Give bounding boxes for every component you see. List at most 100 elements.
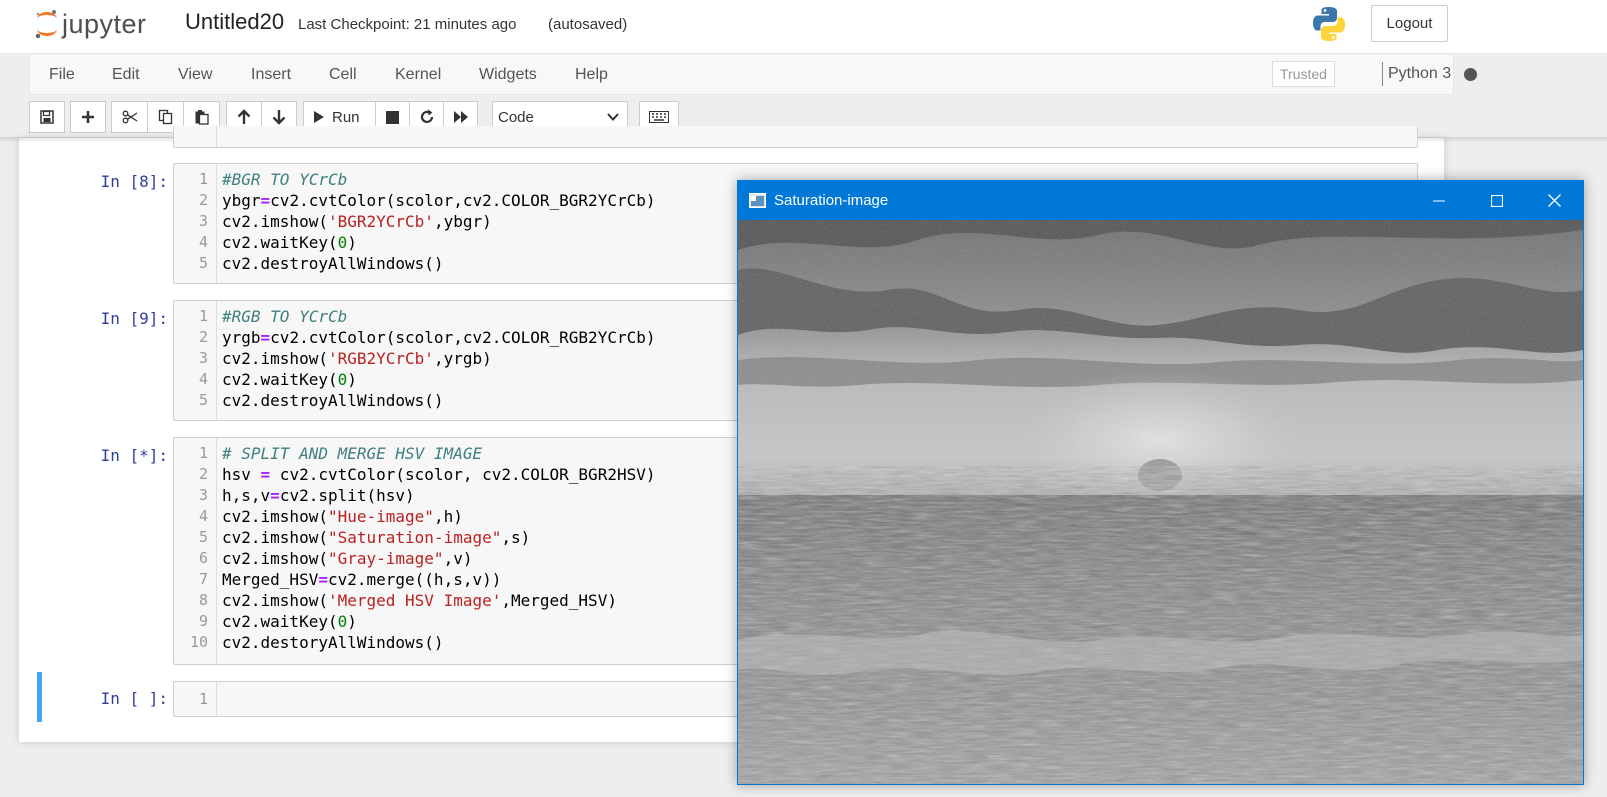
cell-prompt: In [ ]: [100,689,168,708]
window-titlebar[interactable]: Saturation-image [738,181,1583,220]
code-line: cv2.imshow("Hue-image",h) [222,507,463,526]
kernel-busy-indicator [1464,68,1477,81]
line-number: 3 [198,486,208,504]
line-number: 1 [198,690,208,708]
code-line: cv2.waitKey(0) [222,612,357,631]
line-number-gutter [174,126,217,147]
jupyter-logo[interactable]: jupyter [34,6,147,42]
line-number: 9 [198,612,208,630]
line-number: 8 [198,591,208,609]
code-line: cv2.destroyAllWindows() [222,254,444,273]
window-title: Saturation-image [774,192,889,209]
code-line: cv2.imshow('Merged HSV Image',Merged_HSV… [222,591,617,610]
restart-icon [420,109,433,123]
code-line: cv2.imshow('BGR2YCrCb',ybgr) [222,212,492,231]
code-line: # SPLIT AND MERGE HSV IMAGE [222,444,483,463]
insert-cell-button[interactable] [70,101,106,133]
close-button[interactable] [1525,181,1583,220]
run-label: Run [332,108,360,126]
menu-insert[interactable]: Insert [251,66,291,84]
scissors-icon [122,110,137,124]
line-number: 3 [198,212,208,230]
arrow-up-icon [237,109,251,124]
logout-button[interactable]: Logout [1371,5,1448,42]
menu-cell[interactable]: Cell [329,66,357,84]
code-line: yrgb=cv2.cvtColor(scolor,cv2.COLOR_RGB2Y… [222,328,656,347]
menu-edit[interactable]: Edit [112,66,140,84]
opencv-image-window[interactable]: Saturation-image [737,180,1584,785]
line-number: 4 [198,507,208,525]
header: jupyter Untitled20 Last Checkpoint: 21 m… [0,0,1607,54]
line-number: 1 [198,170,208,188]
line-number: 2 [198,465,208,483]
checkpoint-status: Last Checkpoint: 21 minutes ago [298,16,517,33]
line-number: 5 [198,391,208,409]
menu-view[interactable]: View [178,66,212,84]
logo-text: jupyter [62,8,147,39]
cell-prompt: In [9]: [100,309,168,328]
menu-file[interactable]: File [49,66,75,84]
line-number: 10 [189,633,208,651]
menubar: File Edit View Insert Cell Kernel Widget… [29,55,1477,95]
code-line: h,s,v=cv2.split(hsv) [222,486,415,505]
keyboard-icon [649,111,669,123]
code-line: #BGR TO YCrCb [222,170,348,189]
autosave-status: (autosaved) [548,16,628,33]
minimize-button[interactable] [1410,181,1468,220]
line-number: 3 [198,349,208,367]
code-line: hsv = cv2.cvtColor(scolor, cv2.COLOR_BGR… [222,465,656,484]
plus-icon [82,111,94,123]
cell-prompt: In [8]: [100,172,168,191]
code-line: cv2.waitKey(0) [222,370,357,389]
line-number: 5 [198,254,208,272]
line-number: 2 [198,328,208,346]
previous-cell-tail[interactable] [173,126,1418,148]
save-button[interactable] [29,101,65,133]
line-number: 5 [198,528,208,546]
chevron-down-icon [607,113,619,121]
save-icon [40,110,54,124]
python-logo-icon [1310,5,1348,48]
arrow-down-icon [272,110,286,125]
code-line: cv2.waitKey(0) [222,233,357,252]
copy-icon [158,109,172,125]
line-number: 7 [198,570,208,588]
fast-forward-icon [453,111,468,123]
window-app-icon [749,193,766,208]
kernel-separator [1382,62,1383,86]
line-number: 1 [198,307,208,325]
code-line: #RGB TO YCrCb [222,307,348,326]
line-number: 2 [198,191,208,209]
paste-icon [195,110,209,125]
maximize-icon [1491,194,1503,207]
saturation-image [738,220,1583,784]
selected-cell-indicator [37,672,42,722]
maximize-button[interactable] [1468,181,1526,220]
line-number: 6 [198,549,208,567]
code-line: cv2.destoryAllWindows() [222,633,444,652]
kernel-name[interactable]: Python 3 [1388,65,1451,83]
seascape-image [738,220,1583,784]
code-line: cv2.imshow("Saturation-image",s) [222,528,531,547]
cut-button[interactable] [111,101,148,133]
play-icon [314,111,324,123]
notebook-name[interactable]: Untitled20 [185,9,284,35]
cell-prompt: In [*]: [100,446,168,465]
menu-kernel[interactable]: Kernel [395,66,441,84]
minimize-icon [1433,200,1445,201]
menu-widgets[interactable]: Widgets [479,66,537,84]
code-line: cv2.imshow('RGB2YCrCb',yrgb) [222,349,492,368]
close-icon [1547,194,1561,207]
stop-icon [386,110,399,124]
code-line: cv2.imshow("Gray-image",v) [222,549,473,568]
code-line: ybgr=cv2.cvtColor(scolor,cv2.COLOR_BGR2Y… [222,191,656,210]
line-number: 1 [198,444,208,462]
cell-type-value: Code [498,108,534,126]
trusted-indicator[interactable]: Trusted [1272,61,1335,87]
jupyter-logo-icon [35,10,57,39]
code-line: cv2.destroyAllWindows() [222,391,444,410]
menu-help[interactable]: Help [575,66,608,84]
code-line: Merged_HSV=cv2.merge((h,s,v)) [222,570,502,589]
line-number: 4 [198,370,208,388]
line-number: 4 [198,233,208,251]
